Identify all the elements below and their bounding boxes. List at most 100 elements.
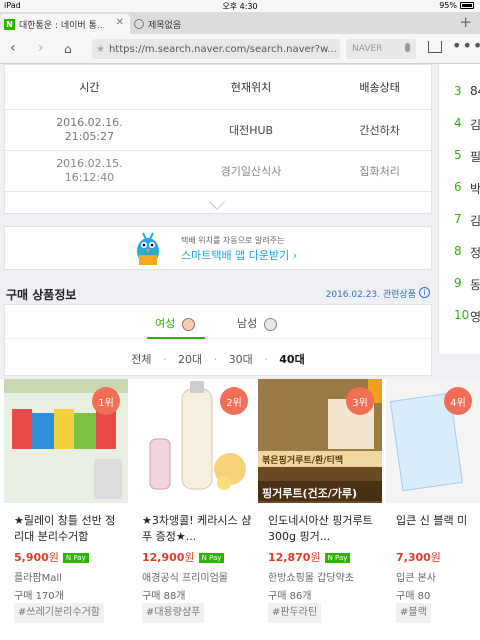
price-value: 5,900 <box>14 551 49 564</box>
separator: · <box>163 353 167 366</box>
battery-percent: 95% <box>439 1 457 10</box>
more-menu-icon[interactable]: ••• <box>452 36 480 55</box>
price-value: 7,300 <box>396 551 431 564</box>
microphone-icon[interactable] <box>405 43 410 52</box>
main-column: 시간 현재위치 배송상태 2016.02.16. 21:05:27 대전HUB … <box>4 64 432 376</box>
row-status: 집화처리 <box>328 150 431 192</box>
rank-keyword[interactable]: 필 <box>470 148 480 165</box>
age-filter: 전체 · 20대 · 30대 · 40대 <box>5 351 431 367</box>
product-carousel: 1위 ★릴레이 창틀 선반 정리대 분리수거함 5,900원 N Pay 플라팜M… <box>0 379 480 640</box>
rank-number: 7 <box>454 212 462 226</box>
currency: 원 <box>310 551 321 564</box>
purchase-count: 구매 86개 <box>268 591 312 602</box>
address-bar: ‹ › ⌂ ★ https://m.search.naver.com/searc… <box>0 34 480 64</box>
rank-number: 6 <box>454 180 462 194</box>
col-time: 시간 <box>5 65 174 110</box>
rank-badge: 2위 <box>220 387 248 415</box>
age-40s[interactable]: 40대 <box>279 353 304 366</box>
info-icon[interactable]: i <box>419 287 430 298</box>
rank-keyword[interactable]: 박 <box>470 180 480 197</box>
rank-number: 10 <box>454 308 470 322</box>
rank-number: 3 <box>454 84 462 98</box>
rank-keyword[interactable]: 동 <box>470 276 480 293</box>
seller-name: 입큰 본사 <box>396 573 436 584</box>
purchase-count: 구매 88개 <box>142 591 186 602</box>
forward-icon[interactable]: › <box>38 40 44 56</box>
male-face-icon <box>263 317 277 331</box>
naver-favicon-icon: N <box>4 18 15 30</box>
seller-name: 한방쇼핑몰 갑당약초 <box>268 573 354 584</box>
search-field[interactable]: NAVER <box>346 39 416 59</box>
url-field[interactable]: ★ https://m.search.naver.com/search.nave… <box>92 39 340 59</box>
col-status: 배송상태 <box>328 65 431 110</box>
currency: 원 <box>430 551 441 564</box>
npay-badge: N Pay <box>324 553 351 563</box>
product-name: 인도네시아산 핑거루트 300g 핑거... <box>268 514 373 543</box>
male-label: 남성 <box>237 317 258 330</box>
product-card[interactable]: 볶은핑거루트/환/티백 핑거루트(건조/가루) 3위 인도네시아산 핑거루트 3… <box>258 379 382 640</box>
banner-link[interactable]: 스마트택배 앱 다운받기 › <box>181 247 297 263</box>
new-tab-icon[interactable]: + <box>459 13 472 31</box>
rank-badge: 4위 <box>444 387 472 415</box>
delivery-tracking-table: 시간 현재위치 배송상태 2016.02.16. 21:05:27 대전HUB … <box>4 64 432 214</box>
row-date: 2016.02.16. <box>56 115 123 129</box>
hashtag[interactable]: #쓰레기분리수거함 <box>14 603 104 623</box>
expand-chevron-icon[interactable] <box>209 194 225 210</box>
tab-title: 대한통운 : 네이버 통... <box>19 20 104 31</box>
product-name: 입큰 신 블랙 미 <box>396 514 468 527</box>
tab-untitled[interactable]: 제목없음 <box>130 14 250 34</box>
hashtag[interactable]: #판두라틴 <box>268 603 322 623</box>
gender-age-filter: 여성 남성 전체 · 20대 · 30대 · 40대 <box>4 304 432 376</box>
image-caption: 핑거루트(건조/가루) <box>262 487 358 500</box>
seller-name: 플라팜Mall <box>14 573 62 584</box>
table-row: 2016.02.16. 21:05:27 대전HUB 간선하차 <box>5 109 431 151</box>
close-tab-icon[interactable]: ✕ <box>116 17 124 28</box>
banner-subtitle: 택배 위치를 자동으로 알려주는 <box>181 236 285 245</box>
rank-keyword[interactable]: 김 <box>470 116 480 133</box>
hashtag[interactable]: #대용량샴푸 <box>142 603 205 623</box>
share-icon[interactable] <box>428 41 442 53</box>
age-all[interactable]: 전체 <box>131 353 151 366</box>
tab-naver[interactable]: N 대한통운 : 네이버 통... ✕ <box>0 14 130 34</box>
page-content: 시간 현재위치 배송상태 2016.02.16. 21:05:27 대전HUB … <box>0 64 480 640</box>
tab-male[interactable]: 남성 <box>237 315 277 331</box>
product-name: ★릴레이 창틀 선반 정리대 분리수거함 <box>14 514 116 543</box>
product-card[interactable]: 2위 ★3차앵콜! 케라시스 샴푸 증정★... 12,900원 N Pay 애경… <box>132 379 256 640</box>
age-30s[interactable]: 30대 <box>229 353 253 366</box>
female-label: 여성 <box>155 317 176 330</box>
smart-delivery-banner[interactable]: 택배 위치를 자동으로 알려주는 스마트택배 앱 다운받기 › <box>4 226 432 270</box>
row-status: 간선하차 <box>328 109 431 151</box>
product-price: 5,900원 N Pay <box>14 549 89 565</box>
seller-name: 애경공식 프리미엄몰 <box>142 573 228 584</box>
battery-status: 95% <box>439 1 474 10</box>
rank-keyword[interactable]: 정 <box>470 244 480 261</box>
rank-keyword[interactable]: 84 <box>470 84 480 98</box>
hashtag[interactable]: #블랙 <box>396 603 431 623</box>
currency: 원 <box>48 551 59 564</box>
bookmark-star-icon[interactable]: ★ <box>96 44 105 55</box>
rank-number: 8 <box>454 244 462 258</box>
row-location: 대전HUB <box>173 109 329 151</box>
product-name: ★3차앵콜! 케라시스 샴푸 증정★... <box>142 514 252 543</box>
selected-underline <box>147 337 205 339</box>
currency: 원 <box>184 551 195 564</box>
home-icon[interactable]: ⌂ <box>64 42 72 56</box>
rank-badge: 1위 <box>92 387 120 415</box>
npay-badge: N Pay <box>198 553 225 563</box>
rank-keyword[interactable]: 김 <box>470 212 480 229</box>
purchase-header: 구매 상품정보 2016.02.23. 관련상품 i <box>4 282 432 304</box>
rank-badge: 3위 <box>346 387 374 415</box>
tab-female[interactable]: 여성 <box>155 315 195 331</box>
back-icon[interactable]: ‹ <box>10 40 16 56</box>
clock: 오후 4:30 <box>222 2 258 11</box>
product-card[interactable]: 4위 입큰 신 블랙 미 7,300원 입큰 본사 구매 80 #블랙 <box>386 379 480 640</box>
url-text: https://m.search.naver.com/search.naver?… <box>108 43 337 55</box>
related-date-link[interactable]: 2016.02.23. 관련상품 <box>326 287 416 300</box>
tab-bar: N 대한통운 : 네이버 통... ✕ 제목없음 + <box>0 12 480 34</box>
product-card[interactable]: 1위 ★릴레이 창틀 선반 정리대 분리수거함 5,900원 N Pay 플라팜M… <box>4 379 128 640</box>
col-location: 현재위치 <box>173 65 329 110</box>
tab-title: 제목없음 <box>148 20 182 31</box>
rank-keyword[interactable]: 영 <box>470 308 480 325</box>
table-row: 2016.02.15. 16:12:40 경기일산식사 집화처리 <box>5 150 431 192</box>
age-20s[interactable]: 20대 <box>178 353 202 366</box>
